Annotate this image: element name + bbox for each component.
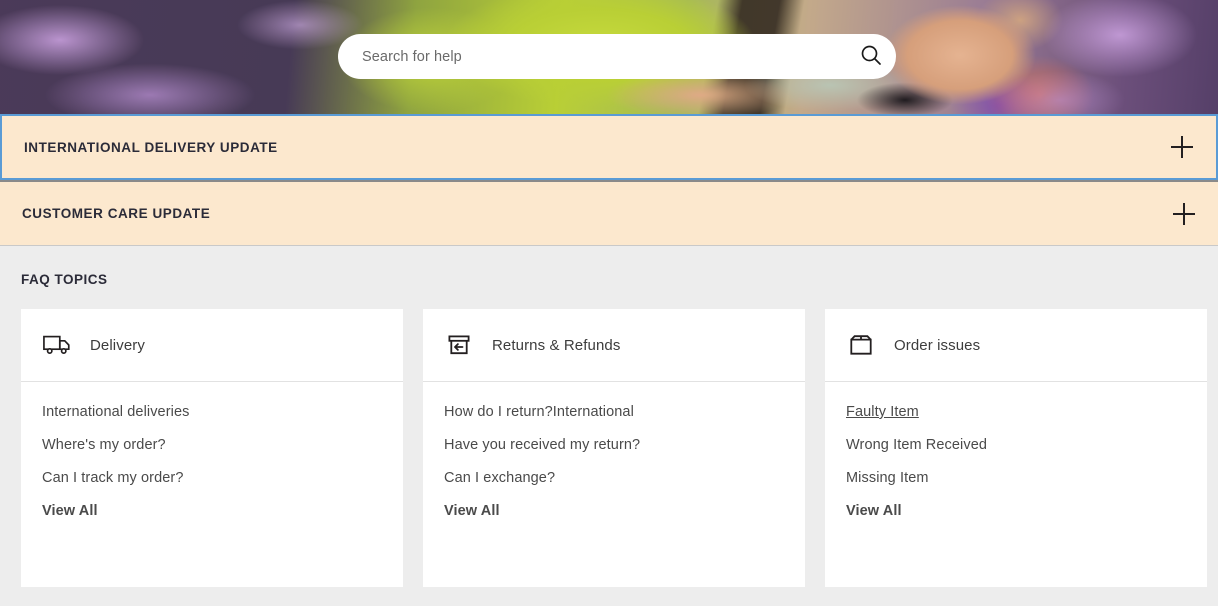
- faq-link[interactable]: International deliveries: [42, 404, 382, 420]
- faq-link[interactable]: Missing Item: [846, 470, 1186, 486]
- faq-card-order-issues: Order issues Faulty Item Wrong Item Rece…: [825, 309, 1207, 587]
- faq-link[interactable]: Wrong Item Received: [846, 437, 1186, 453]
- faq-card-header[interactable]: Returns & Refunds: [423, 309, 805, 382]
- view-all-link[interactable]: View All: [846, 503, 1186, 519]
- faq-link[interactable]: Can I exchange?: [444, 470, 784, 486]
- banner-international-delivery-update[interactable]: INTERNATIONAL DELIVERY UPDATE: [0, 114, 1218, 180]
- faq-link[interactable]: Where's my order?: [42, 437, 382, 453]
- faq-card-header[interactable]: Delivery: [21, 309, 403, 382]
- faq-card-returns-refunds: Returns & Refunds How do I return?Intern…: [423, 309, 805, 587]
- faq-card-delivery: Delivery International deliveries Where'…: [21, 309, 403, 587]
- faq-link[interactable]: Have you received my return?: [444, 437, 784, 453]
- banner-title: INTERNATIONAL DELIVERY UPDATE: [24, 139, 278, 155]
- faq-card-title: Order issues: [894, 336, 981, 354]
- faq-card-links: How do I return?International Have you r…: [423, 382, 805, 519]
- faq-cards-row: Delivery International deliveries Where'…: [0, 309, 1218, 587]
- search-button[interactable]: [846, 34, 896, 79]
- return-box-icon: [444, 330, 474, 360]
- faq-card-links: International deliveries Where's my orde…: [21, 382, 403, 519]
- delivery-truck-icon: [42, 330, 72, 360]
- faq-card-title: Delivery: [90, 336, 145, 354]
- faq-card-title: Returns & Refunds: [492, 336, 621, 354]
- faq-card-header[interactable]: Order issues: [825, 309, 1207, 382]
- search-bar[interactable]: [338, 34, 896, 79]
- faq-link[interactable]: How do I return?International: [444, 404, 784, 420]
- plus-icon[interactable]: [1173, 202, 1195, 225]
- faq-card-links: Faulty Item Wrong Item Received Missing …: [825, 382, 1207, 519]
- search-icon: [859, 43, 883, 70]
- hero-banner: [0, 0, 1218, 114]
- faq-topics-heading: FAQ TOPICS: [21, 272, 108, 287]
- search-input[interactable]: [338, 48, 846, 65]
- faq-topics-section: FAQ TOPICS Delivery International delive…: [0, 246, 1218, 606]
- banner-title: CUSTOMER CARE UPDATE: [22, 206, 211, 221]
- faq-link[interactable]: Can I track my order?: [42, 470, 382, 486]
- plus-icon[interactable]: [1171, 136, 1193, 158]
- view-all-link[interactable]: View All: [444, 503, 784, 519]
- banner-customer-care-update[interactable]: CUSTOMER CARE UPDATE: [0, 182, 1218, 246]
- view-all-link[interactable]: View All: [42, 503, 382, 519]
- package-box-icon: [846, 330, 876, 360]
- faq-link[interactable]: Faulty Item: [846, 404, 1186, 420]
